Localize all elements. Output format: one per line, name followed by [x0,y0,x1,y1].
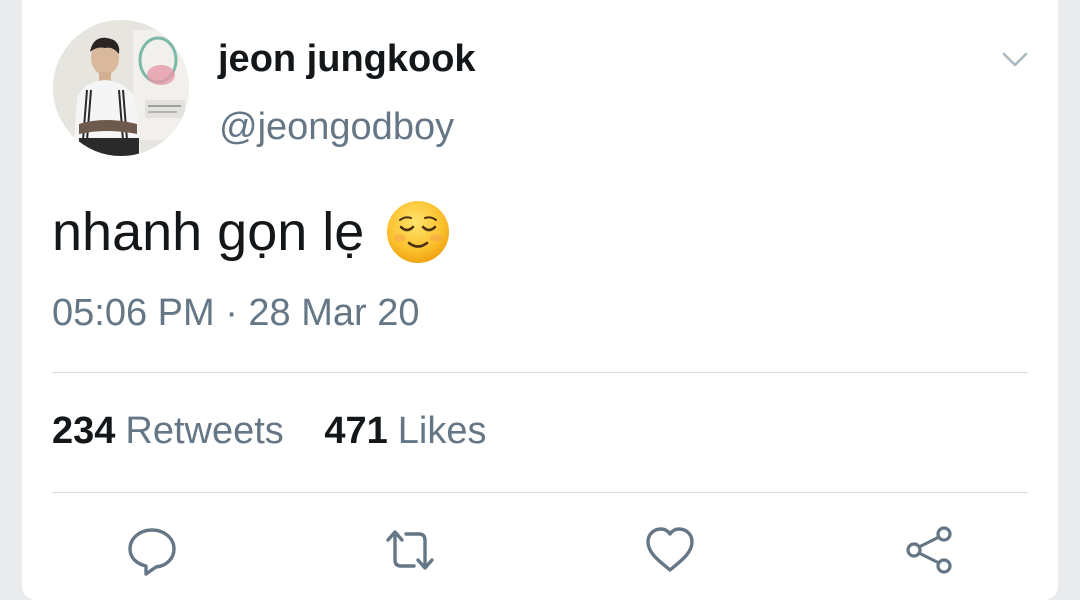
divider [52,492,1028,493]
chevron-down-icon[interactable] [1000,44,1030,74]
tweet-body: nhanh gọn lẹ [52,198,452,266]
likes-count: 471 [324,410,388,452]
user-handle[interactable]: @jeongodboy [219,106,454,149]
retweet-button[interactable] [382,522,438,578]
reply-button[interactable] [124,522,180,578]
avatar[interactable] [53,20,189,156]
share-button[interactable] [902,522,958,578]
relieved-face-icon [384,198,452,266]
tweet-timestamp[interactable]: 05:06 PM · 28 Mar 20 [52,292,420,335]
heart-icon [646,527,694,572]
retweet-icon [386,530,434,570]
retweets-stat[interactable]: 234 Retweets [52,410,284,453]
tweet-text: nhanh gọn lẹ [52,202,365,262]
likes-label: Likes [397,410,487,452]
avatar-photo [53,20,189,156]
retweets-count: 234 [52,410,116,452]
likes-stat[interactable]: 471 Likes [324,410,486,453]
share-icon [906,526,952,574]
like-button[interactable] [642,522,698,578]
divider [52,372,1028,373]
display-name[interactable]: jeon jungkook [218,38,476,81]
retweets-label: Retweets [125,410,284,452]
tweet-stats: 234 Retweets 471 Likes [52,410,517,453]
reply-icon [128,528,176,576]
